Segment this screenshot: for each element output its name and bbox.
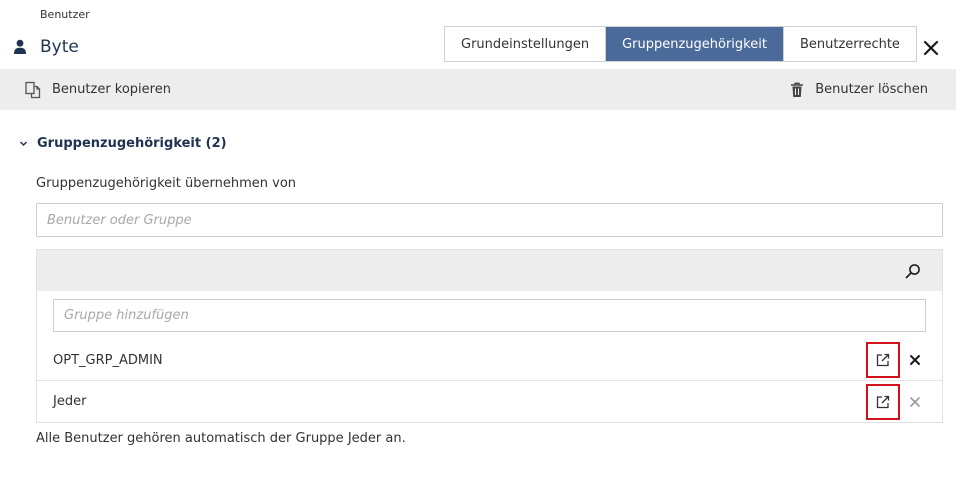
group-list-header: [37, 250, 942, 291]
tab-gruppenzugehoerigkeit[interactable]: Gruppenzugehörigkeit: [605, 27, 783, 61]
open-group-button[interactable]: [866, 383, 900, 420]
breadcrumb: Benutzer: [40, 8, 90, 21]
group-name: Jeder: [53, 394, 87, 409]
remove-group-button-disabled: [906, 393, 924, 411]
group-list: OPT_GRP_ADMIN Jeder: [36, 249, 943, 423]
page-title: Byte: [40, 37, 79, 57]
open-group-button[interactable]: [866, 342, 900, 378]
copy-user-button[interactable]: Benutzer kopieren: [24, 69, 171, 110]
tab-bar: Grundeinstellungen Gruppenzugehörigkeit …: [444, 26, 917, 62]
close-icon[interactable]: [920, 37, 942, 59]
section-toggle[interactable]: Gruppenzugehörigkeit (2): [19, 134, 227, 152]
user-icon: [14, 39, 26, 54]
trash-icon: [791, 82, 804, 97]
tab-benutzerrechte[interactable]: Benutzerrechte: [782, 27, 916, 61]
close-icon: [910, 396, 920, 407]
adopt-membership-label: Gruppenzugehörigkeit übernehmen von: [36, 176, 297, 191]
chevron-down-icon: [19, 140, 28, 146]
close-icon: [910, 355, 920, 365]
group-row: OPT_GRP_ADMIN: [37, 340, 942, 381]
external-link-icon: [876, 353, 890, 367]
external-link-icon: [876, 395, 890, 408]
group-name: OPT_GRP_ADMIN: [53, 352, 163, 368]
copy-user-label: Benutzer kopieren: [52, 82, 171, 97]
user-or-group-input[interactable]: [36, 203, 943, 237]
delete-user-label: Benutzer löschen: [815, 82, 928, 97]
remove-group-button[interactable]: [906, 351, 924, 369]
delete-user-button[interactable]: Benutzer löschen: [789, 69, 928, 110]
copy-icon: [25, 81, 41, 98]
membership-footnote: Alle Benutzer gehören automatisch der Gr…: [36, 431, 406, 446]
toolbar: Benutzer kopieren Benutzer löschen: [0, 69, 956, 110]
section-title: Gruppenzugehörigkeit (2): [37, 135, 227, 151]
title-row: Byte: [13, 35, 79, 59]
add-group-input[interactable]: [53, 299, 926, 332]
tab-grundeinstellungen[interactable]: Grundeinstellungen: [445, 27, 606, 61]
group-row: Jeder: [37, 381, 942, 422]
search-icon[interactable]: [904, 262, 922, 280]
